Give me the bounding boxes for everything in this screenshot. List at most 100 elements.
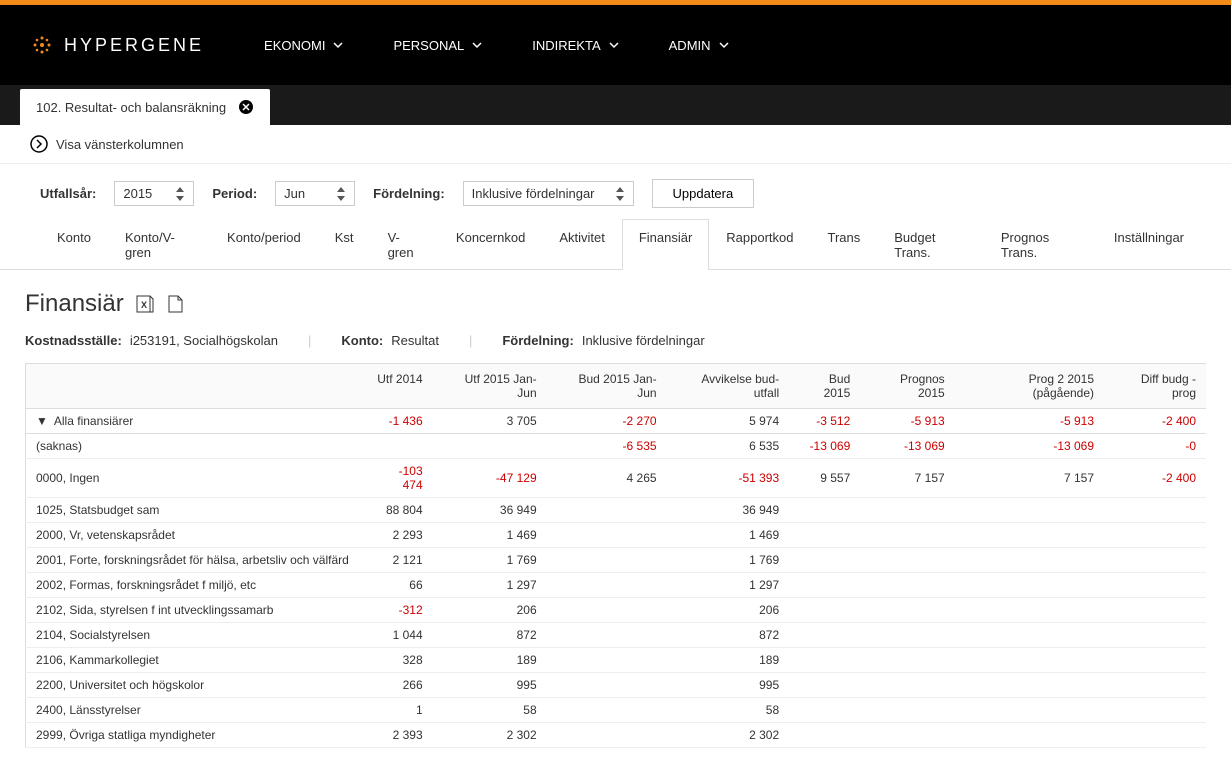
cell [860, 598, 954, 623]
report-tab[interactable]: Aktivitet [542, 219, 622, 270]
cell: -2 400 [1104, 459, 1206, 498]
cell: 328 [366, 648, 433, 673]
row-label: 1025, Statsbudget sam [26, 498, 366, 523]
show-left-column-label[interactable]: Visa vänsterkolumnen [56, 137, 184, 152]
report-tab[interactable]: Inställningar [1097, 219, 1201, 270]
cell: 66 [366, 573, 433, 598]
table-row[interactable]: 2102, Sida, styrelsen f int utvecklingss… [26, 598, 1207, 623]
cell: 206 [433, 598, 547, 623]
row-label: (saknas) [26, 434, 366, 459]
report-tab[interactable]: Rapportkod [709, 219, 810, 270]
cell: 1 [366, 698, 433, 723]
separator: | [469, 333, 472, 348]
ford-value: Inklusive fördelningar [582, 333, 705, 348]
filters-row: Utfallsår: 2015 Period: Jun Fördelning: … [0, 164, 1231, 218]
utfallsar-select[interactable]: 2015 [114, 181, 194, 206]
table-row[interactable]: ▼Alla finansiärer-1 4363 705-2 2705 974-… [26, 409, 1207, 434]
table-row[interactable]: 2106, Kammarkollegiet328189189 [26, 648, 1207, 673]
export-pdf-icon[interactable] [166, 295, 184, 313]
cell [955, 723, 1104, 748]
table-row[interactable]: 2001, Forte, forskningsrådet för hälsa, … [26, 548, 1207, 573]
cell [1104, 523, 1206, 548]
cell [433, 434, 547, 459]
cell: -312 [366, 598, 433, 623]
cell [789, 573, 860, 598]
table-row[interactable]: 2000, Vr, vetenskapsrådet2 2931 4691 469 [26, 523, 1207, 548]
report-tab[interactable]: Budget Trans. [877, 219, 984, 270]
cell: 189 [667, 648, 790, 673]
table-row[interactable]: 1025, Statsbudget sam88 80436 94936 949 [26, 498, 1207, 523]
cell [860, 648, 954, 673]
report-tab[interactable]: Konto [40, 219, 108, 270]
cell [547, 673, 667, 698]
column-header[interactable]: Bud 2015 [789, 364, 860, 409]
cell: 36 949 [433, 498, 547, 523]
table-row[interactable]: 2999, Övriga statliga myndigheter2 3932 … [26, 723, 1207, 748]
update-button[interactable]: Uppdatera [652, 179, 755, 208]
report-tab[interactable]: Kst [318, 219, 371, 270]
cell [955, 523, 1104, 548]
cell [789, 698, 860, 723]
table-row[interactable]: 2002, Formas, forskningsrådet f miljö, e… [26, 573, 1207, 598]
row-label: 2104, Socialstyrelsen [26, 623, 366, 648]
export-excel-icon[interactable]: X [136, 295, 154, 313]
row-label: 2400, Länsstyrelser [26, 698, 366, 723]
report-tab[interactable]: Prognos Trans. [984, 219, 1097, 270]
report-tab[interactable]: Konto/period [210, 219, 318, 270]
period-value: Jun [284, 186, 305, 201]
cell: 7 157 [860, 459, 954, 498]
meta-row: Kostnadsställe: i253191, Socialhögskolan… [25, 333, 1206, 348]
report-tab[interactable]: Finansiär [622, 219, 709, 270]
cell [860, 723, 954, 748]
column-header[interactable]: Prognos 2015 [860, 364, 954, 409]
cell [547, 573, 667, 598]
cell [789, 623, 860, 648]
chevron-down-icon [472, 40, 482, 50]
report-tab[interactable]: Konto/V-gren [108, 219, 210, 270]
open-document-tab[interactable]: 102. Resultat- och balansräkning [20, 89, 270, 125]
column-header[interactable]: Utf 2015 Jan- Jun [433, 364, 547, 409]
cell [789, 723, 860, 748]
cell: 266 [366, 673, 433, 698]
cell: 2 293 [366, 523, 433, 548]
row-label: 2999, Övriga statliga myndigheter [26, 723, 366, 748]
nav-item[interactable]: PERSONAL [393, 38, 482, 53]
cell: 9 557 [789, 459, 860, 498]
table-row[interactable]: (saknas)-6 5356 535-13 069-13 069-13 069… [26, 434, 1207, 459]
period-select[interactable]: Jun [275, 181, 355, 206]
cell: 4 265 [547, 459, 667, 498]
table-row[interactable]: 2400, Länsstyrelser15858 [26, 698, 1207, 723]
fordelning-select[interactable]: Inklusive fördelningar [463, 181, 634, 206]
collapse-icon[interactable]: ▼ [36, 414, 48, 428]
report-tab[interactable]: Koncernkod [439, 219, 542, 270]
nav-item[interactable]: EKONOMI [264, 38, 343, 53]
cell [789, 498, 860, 523]
table-row[interactable]: 2104, Socialstyrelsen1 044872872 [26, 623, 1207, 648]
nav-item[interactable]: INDIREKTA [532, 38, 618, 53]
logo[interactable]: HYPERGENE [30, 33, 204, 57]
cell: 58 [433, 698, 547, 723]
table-row[interactable]: 0000, Ingen-103 474-47 1294 265-51 3939 … [26, 459, 1207, 498]
top-nav: HYPERGENE EKONOMI PERSONAL INDIREKTA ADMIN [0, 5, 1231, 85]
table-row[interactable]: 2200, Universitet och högskolor266995995 [26, 673, 1207, 698]
row-label: 0000, Ingen [26, 459, 366, 498]
column-header[interactable]: Prog 2 2015 (pågående) [955, 364, 1104, 409]
report-tab[interactable]: Trans [811, 219, 878, 270]
column-header[interactable]: Utf 2014 [366, 364, 433, 409]
svg-text:X: X [141, 300, 147, 310]
report-tab[interactable]: V-gren [371, 219, 439, 270]
row-label: 2002, Formas, forskningsrådet f miljö, e… [26, 573, 366, 598]
column-header[interactable]: Avvikelse bud-utfall [667, 364, 790, 409]
row-label: 2106, Kammarkollegiet [26, 648, 366, 673]
cell: -13 069 [789, 434, 860, 459]
column-header[interactable] [26, 364, 366, 409]
cell: 1 297 [667, 573, 790, 598]
nav-label: EKONOMI [264, 38, 325, 53]
cell: -6 535 [547, 434, 667, 459]
nav-item[interactable]: ADMIN [669, 38, 729, 53]
column-header[interactable]: Bud 2015 Jan- Jun [547, 364, 667, 409]
cell [955, 623, 1104, 648]
column-header[interactable]: Diff budg - prog [1104, 364, 1206, 409]
close-icon[interactable] [238, 99, 254, 115]
expand-left-icon[interactable] [30, 135, 48, 153]
